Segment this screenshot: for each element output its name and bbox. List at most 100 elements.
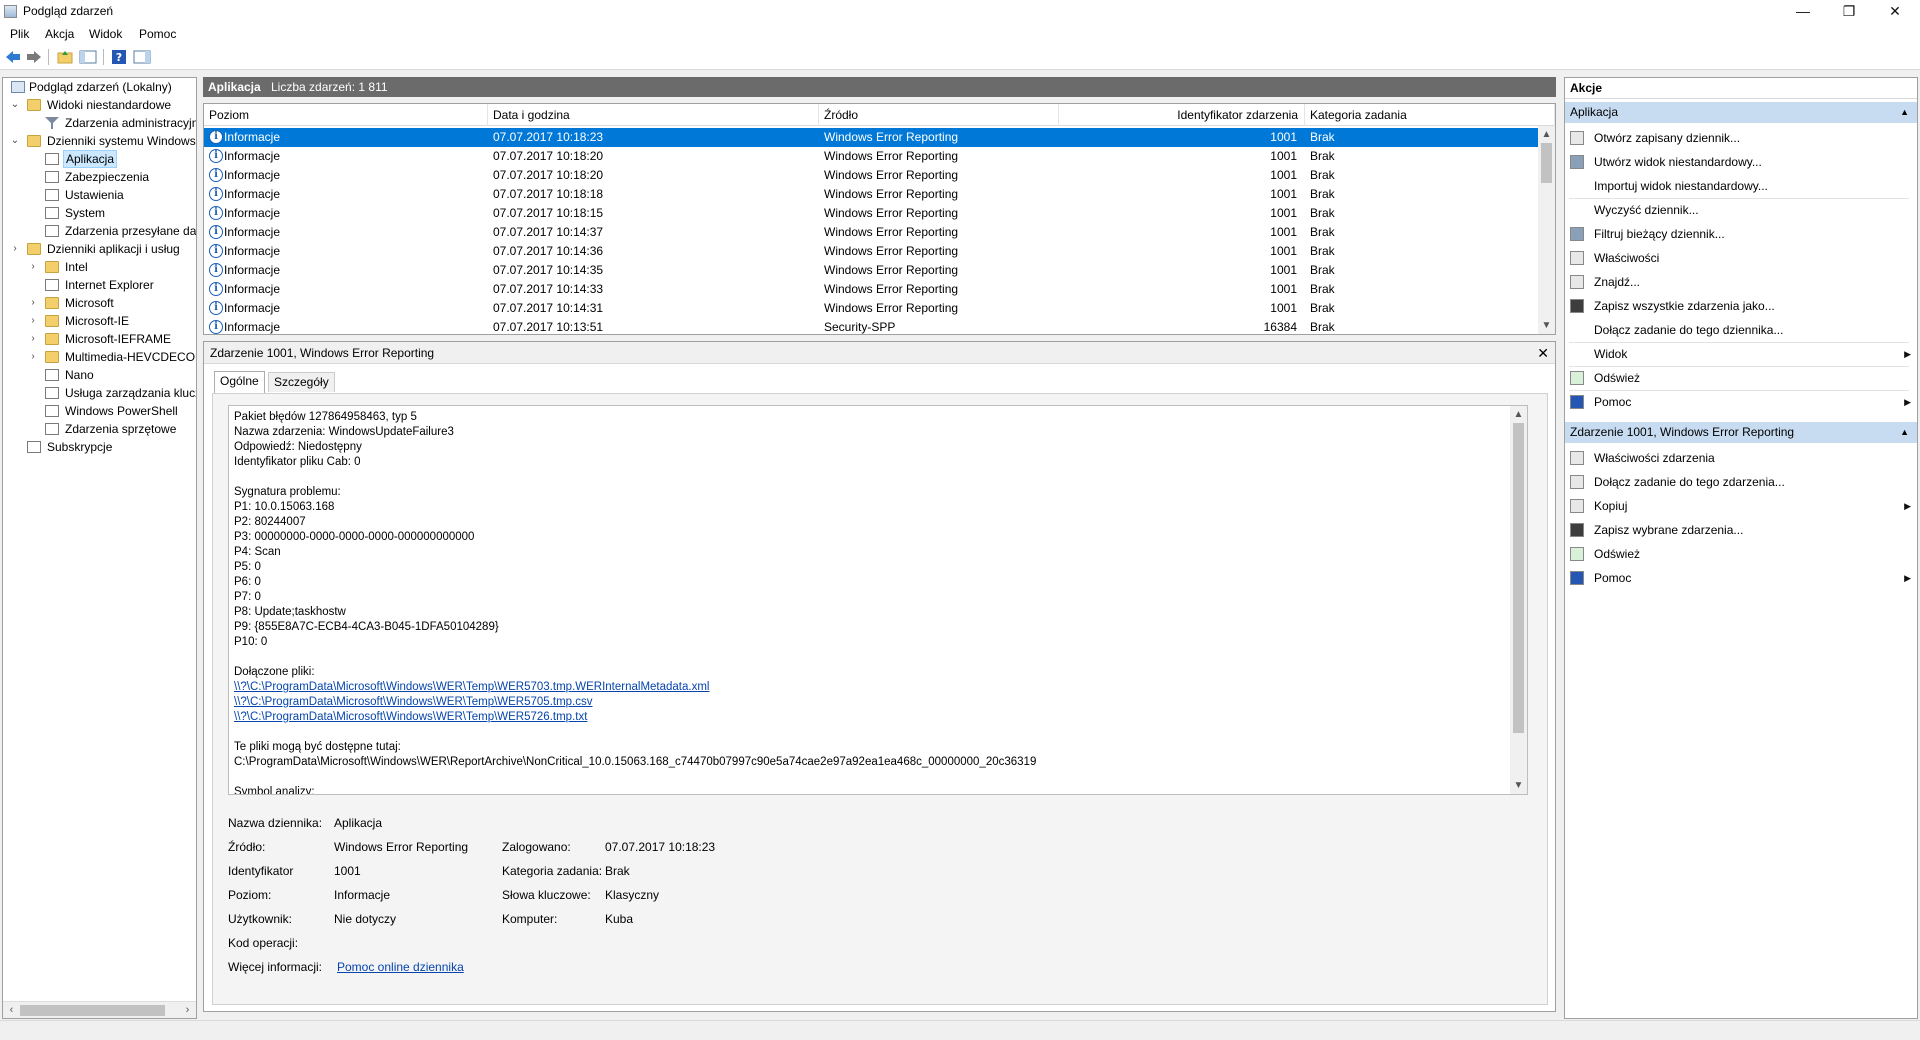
collapse-up-icon[interactable]: ▲ [1900, 102, 1909, 123]
table-row[interactable]: i Informacje 07.07.2017 10:14:36 Windows Er… [204, 242, 1539, 261]
label-user: Użytkownik: [228, 912, 293, 926]
menu-help[interactable]: Pomoc [139, 27, 176, 41]
forward-arrow-icon[interactable] [25, 48, 43, 66]
close-detail-icon[interactable]: ✕ [1537, 342, 1549, 364]
scrollbar-thumb[interactable] [20, 1005, 165, 1016]
scroll-up-icon[interactable]: ▲ [1510, 406, 1527, 423]
table-row[interactable]: i Informacje 07.07.2017 10:18:23 Windows Er… [204, 128, 1539, 147]
event-list: Poziom Data i godzina Źródło Identyfikat… [203, 103, 1556, 335]
attached-file-link[interactable]: \\?\C:\ProgramData\Microsoft\Windows\WER… [234, 695, 593, 710]
action-item[interactable]: Widok ▶ [1565, 342, 1917, 366]
save-icon [1570, 299, 1584, 313]
action-item[interactable]: Właściwości [1565, 246, 1917, 270]
scroll-up-icon[interactable]: ▲ [1538, 126, 1555, 143]
actions-section-event[interactable]: Zdarzenie 1001, Windows Error Reporting … [1565, 422, 1917, 443]
scrollbar-thumb[interactable] [1541, 143, 1552, 183]
maximize-button[interactable]: ❐ [1826, 0, 1872, 24]
action-item[interactable]: Filtruj bieżący dziennik... [1565, 222, 1917, 246]
show-hide-action-pane-icon[interactable] [133, 48, 151, 66]
menu-file[interactable]: Plik [10, 27, 29, 41]
action-label: Widok [1594, 347, 1628, 361]
column-source[interactable]: Źródło [819, 104, 1059, 126]
scroll-left-icon[interactable]: ‹ [3, 1002, 20, 1018]
action-item[interactable]: Wyczyść dziennik... [1565, 198, 1917, 222]
event-description[interactable]: Pakiet błędów 127864958463, typ 5 Nazwa z… [228, 405, 1528, 795]
action-item[interactable]: Dołącz zadanie do tego zdarzenia... [1565, 470, 1917, 494]
chevron-right-icon[interactable]: › [27, 312, 39, 330]
help-icon[interactable]: ? [110, 48, 128, 66]
back-arrow-icon[interactable] [4, 48, 22, 66]
chevron-down-icon[interactable]: ⌄ [9, 132, 21, 150]
table-row[interactable]: i Informacje 07.07.2017 10:14:37 Windows Er… [204, 223, 1539, 242]
column-level[interactable]: Poziom [204, 104, 488, 126]
menu-action[interactable]: Akcja [45, 27, 74, 41]
action-item[interactable]: Kopiuj ▶ [1565, 494, 1917, 518]
scroll-right-icon[interactable]: › [179, 1002, 196, 1018]
menu-bar: Plik Akcja Widok Pomoc [0, 24, 1920, 44]
chevron-down-icon[interactable]: ⌄ [9, 96, 21, 114]
chevron-right-icon[interactable]: › [27, 294, 39, 312]
up-folder-icon[interactable] [56, 48, 74, 66]
cell-level: Informacje [224, 263, 281, 277]
submenu-arrow-icon: ▶ [1904, 501, 1911, 511]
action-item[interactable]: Dołącz zadanie do tego dziennika... [1565, 318, 1917, 342]
table-row[interactable]: i Informacje 07.07.2017 10:18:20 Windows Er… [204, 166, 1539, 185]
action-item[interactable]: Pomoc ▶ [1565, 390, 1917, 414]
action-label: Wyczyść dziennik... [1594, 203, 1699, 217]
action-item[interactable]: Zapisz wszystkie zdarzenia jako... [1565, 294, 1917, 318]
table-row[interactable]: i Informacje 07.07.2017 10:18:20 Windows Er… [204, 147, 1539, 166]
filter-icon [1570, 155, 1584, 169]
action-item[interactable]: Importuj widok niestandardowy... [1565, 174, 1917, 198]
minimize-button[interactable]: — [1780, 0, 1826, 24]
column-event-id[interactable]: Identyfikator zdarzenia [1059, 104, 1305, 126]
table-row[interactable]: i Informacje 07.07.2017 10:18:18 Windows Er… [204, 185, 1539, 204]
actions-section-application[interactable]: Aplikacja ▲ [1565, 102, 1917, 123]
chevron-right-icon[interactable]: › [27, 330, 39, 348]
folder-icon [45, 315, 59, 327]
value-event-id: 1001 [334, 864, 361, 878]
menu-view[interactable]: Widok [89, 27, 122, 41]
action-item[interactable]: Właściwości zdarzenia [1565, 446, 1917, 470]
event-list-header: Poziom Data i godzina Źródło Identyfikat… [204, 104, 1555, 126]
table-row[interactable]: i Informacje 07.07.2017 10:14:33 Windows Er… [204, 280, 1539, 299]
log-icon [45, 207, 59, 219]
close-button[interactable]: ✕ [1872, 0, 1918, 24]
action-item[interactable]: Odśwież [1565, 542, 1917, 566]
info-icon: i [209, 244, 223, 258]
toolbar-separator [48, 49, 49, 65]
scroll-down-icon[interactable]: ▼ [1510, 777, 1527, 794]
show-hide-tree-icon[interactable] [79, 48, 97, 66]
action-item[interactable]: Otwórz zapisany dziennik... [1565, 126, 1917, 150]
description-scrollbar[interactable]: ▲ ▼ [1510, 406, 1527, 794]
tree-item-label: Intel [65, 260, 88, 274]
collapse-up-icon[interactable]: ▲ [1900, 422, 1909, 443]
chevron-right-icon[interactable]: › [27, 348, 39, 366]
scrollbar-thumb[interactable] [1513, 423, 1524, 733]
attached-file-link[interactable]: \\?\C:\ProgramData\Microsoft\Windows\WER… [234, 680, 709, 695]
tree-horizontal-scrollbar[interactable]: ‹ › [3, 1001, 196, 1018]
cell-level: Informacje [224, 168, 281, 182]
log-icon [45, 279, 59, 291]
cell-category: Brak [1310, 149, 1335, 163]
cell-date: 07.07.2017 10:14:35 [493, 263, 604, 277]
table-row[interactable]: i Informacje 07.07.2017 10:14:35 Windows Er… [204, 261, 1539, 280]
action-item[interactable]: Odśwież [1565, 366, 1917, 390]
tab-general[interactable]: Ogólne [214, 371, 265, 393]
event-list-scrollbar[interactable]: ▲ ▼ [1538, 126, 1555, 334]
action-item[interactable]: Utwórz widok niestandardowy... [1565, 150, 1917, 174]
table-row[interactable]: i Informacje 07.07.2017 10:18:15 Windows Er… [204, 204, 1539, 223]
table-row[interactable]: i Informacje 07.07.2017 10:13:51 Security-S… [204, 318, 1539, 334]
tab-details[interactable]: Szczegóły [268, 372, 335, 392]
table-row[interactable]: i Informacje 07.07.2017 10:14:31 Windows Er… [204, 299, 1539, 318]
cell-event-id: 1001 [1270, 206, 1297, 220]
scroll-down-icon[interactable]: ▼ [1538, 317, 1555, 334]
online-help-link[interactable]: Pomoc online dziennika [337, 960, 464, 974]
chevron-right-icon[interactable]: › [9, 240, 21, 258]
action-item[interactable]: Znajdź... [1565, 270, 1917, 294]
action-item[interactable]: Zapisz wybrane zdarzenia... [1565, 518, 1917, 542]
column-category[interactable]: Kategoria zadania [1305, 104, 1555, 126]
chevron-right-icon[interactable]: › [27, 258, 39, 276]
column-date[interactable]: Data i godzina [488, 104, 819, 126]
action-item[interactable]: Pomoc ▶ [1565, 566, 1917, 590]
attached-file-link[interactable]: \\?\C:\ProgramData\Microsoft\Windows\WER… [234, 710, 587, 725]
